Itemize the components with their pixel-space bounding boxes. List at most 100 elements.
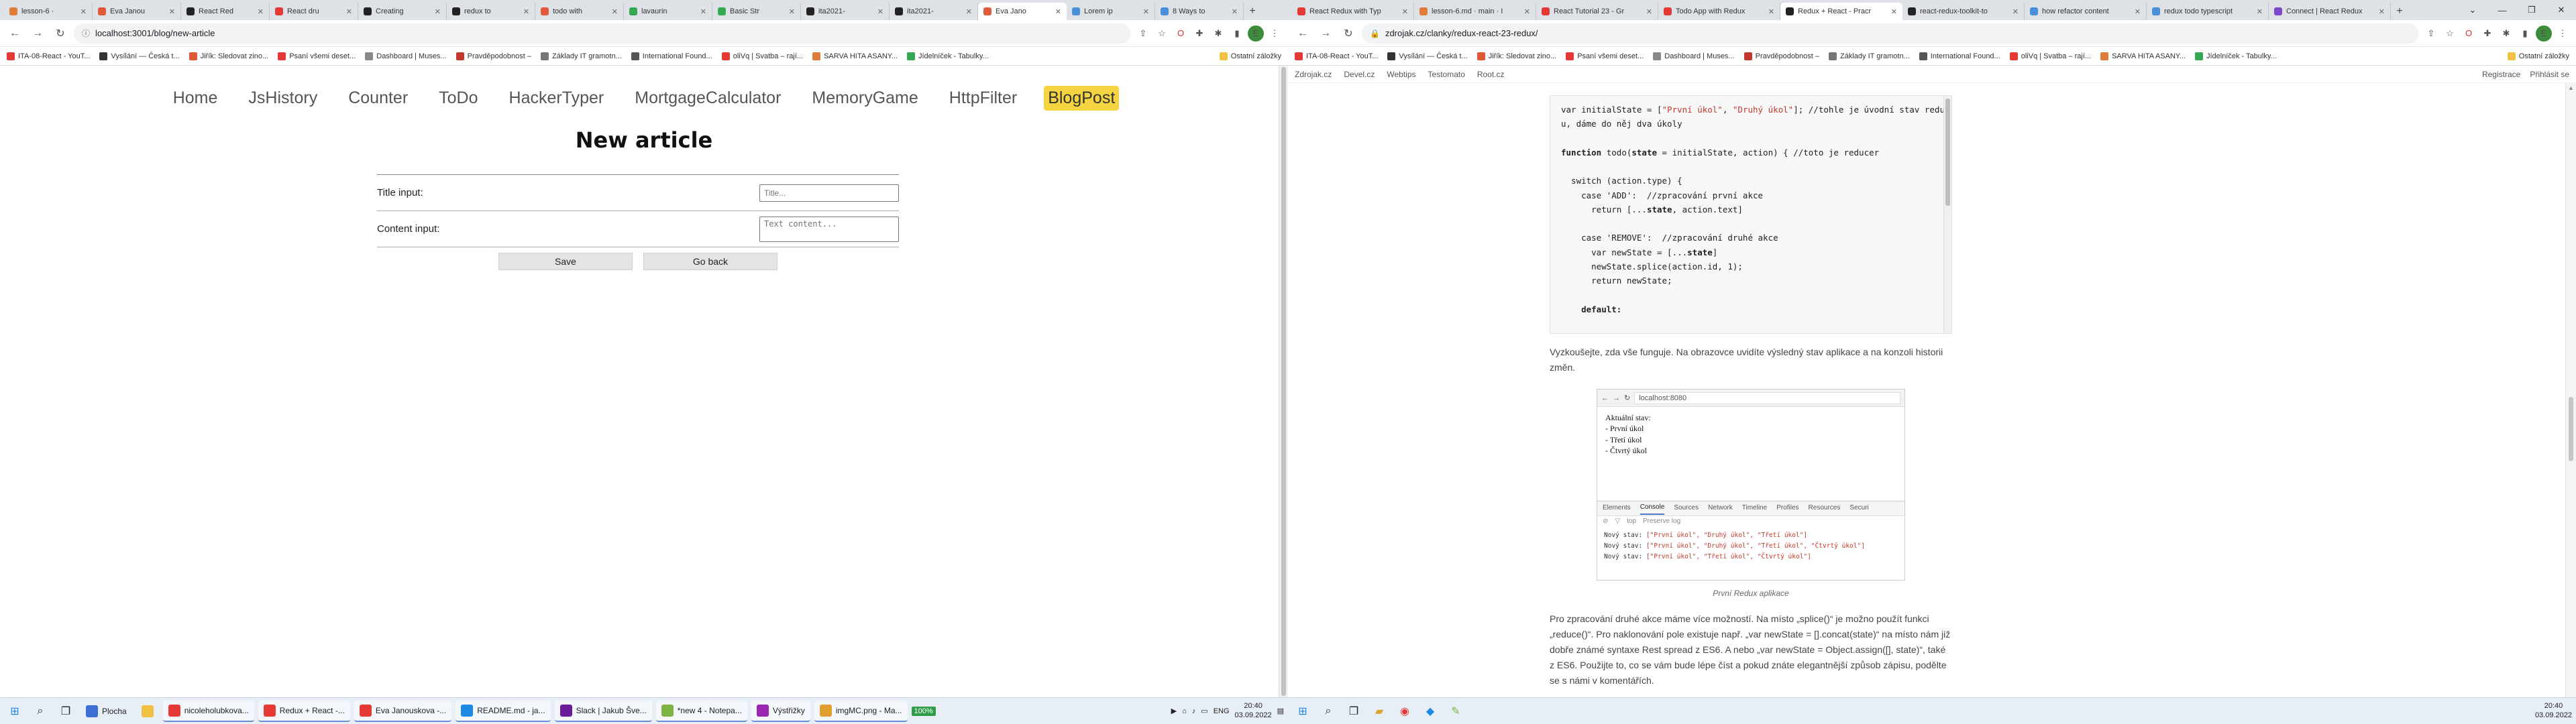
task-view-icon[interactable]: ❐ (1343, 701, 1364, 722)
opera-icon[interactable]: O (1173, 25, 1189, 42)
nav-item[interactable]: ToDo (435, 86, 482, 111)
browser-tab[interactable]: React dru ✕ (270, 3, 358, 20)
bookmark-item[interactable]: ITA-08-React - YouT... (7, 52, 90, 60)
browser-tab[interactable]: redux todo typescript ✕ (2147, 3, 2269, 20)
browser-tab[interactable]: ita2021- ✕ (801, 3, 890, 20)
bookmark-item[interactable]: Psaní všemi deset... (278, 52, 356, 60)
opera-icon[interactable]: O (2461, 25, 2477, 42)
share-icon[interactable]: ⇪ (1135, 25, 1151, 42)
star-icon[interactable]: ☆ (1154, 25, 1170, 42)
profile-avatar[interactable]: E (1248, 25, 1264, 42)
browser-tab[interactable]: Eva Janou ✕ (93, 3, 181, 20)
other-bookmarks[interactable]: Ostatní záložky (1219, 52, 1281, 60)
forward-icon[interactable]: → (1316, 24, 1335, 43)
nav-item[interactable]: MortgageCalculator (631, 86, 785, 111)
site-info-icon[interactable]: ⓘ (82, 27, 90, 39)
video-icon[interactable]: ▶ (1171, 707, 1177, 715)
browser-tab[interactable]: lesson-6.md · main · I ✕ (1414, 3, 1536, 20)
close-tab-icon[interactable]: ✕ (80, 7, 87, 16)
taskbar-item[interactable]: imgMC.png - Ma... (814, 700, 908, 722)
bookmark-item[interactable]: Jídelníček - Tabulky... (2194, 52, 2277, 60)
browser-tab[interactable]: lavaurin ✕ (624, 3, 712, 20)
maximize-icon[interactable]: ❐ (2517, 0, 2546, 20)
bookmark-item[interactable]: SARVA HITA ASANY... (2100, 52, 2186, 60)
close-tab-icon[interactable]: ✕ (1524, 7, 1530, 16)
battery-icon[interactable]: ▭ (1201, 707, 1208, 715)
bookmark-item[interactable]: Psaní všemi deset... (1566, 52, 1644, 60)
taskbar-item[interactable]: Eva Janouskova -... (354, 700, 452, 722)
sidebar-icon[interactable]: ▮ (1229, 25, 1245, 42)
close-tab-icon[interactable]: ✕ (612, 7, 618, 16)
bookmark-item[interactable]: International Found... (631, 52, 712, 60)
back-icon[interactable]: ← (5, 24, 24, 43)
bookmark-item[interactable]: Jiřík: Sledovat zino... (1477, 52, 1556, 60)
page-scrollbar[interactable]: ▲ (2565, 83, 2576, 697)
forward-icon[interactable]: → (28, 24, 47, 43)
close-tab-icon[interactable]: ✕ (2257, 7, 2263, 16)
bookmark-item[interactable]: International Found... (1919, 52, 2000, 60)
profile-avatar-right[interactable]: E (2536, 25, 2552, 42)
nav-item[interactable]: HackerTyper (505, 86, 608, 111)
bookmark-item[interactable]: Jídelníček - Tabulky... (906, 52, 989, 60)
menu-icon[interactable]: ⋮ (1267, 25, 1283, 42)
browser-tab[interactable]: Connect | React Redux ✕ (2269, 3, 2391, 20)
close-tab-icon[interactable]: ✕ (1646, 7, 1652, 16)
content-input[interactable] (759, 216, 899, 242)
browser-tab[interactable]: React Redux with Typ ✕ (1292, 3, 1414, 20)
site-link[interactable]: Root.cz (1477, 70, 1505, 79)
close-tab-icon[interactable]: ✕ (346, 7, 352, 16)
file-explorer-icon[interactable]: ▰ (1368, 701, 1390, 722)
star-icon[interactable]: ☆ (2442, 25, 2458, 42)
nav-item[interactable]: HttpFilter (945, 86, 1021, 111)
close-icon[interactable]: ✕ (2546, 0, 2576, 20)
close-tab-icon[interactable]: ✕ (966, 7, 972, 16)
puzzle-icon[interactable]: ✱ (2498, 25, 2514, 42)
close-tab-icon[interactable]: ✕ (2379, 7, 2385, 16)
browser-tab[interactable]: how refactor content ✕ (2025, 3, 2147, 20)
taskbar-item[interactable]: nicoleholubkova... (162, 700, 254, 722)
browser-tab[interactable]: Lorem ip ✕ (1067, 3, 1155, 20)
close-tab-icon[interactable]: ✕ (1143, 7, 1149, 16)
go-back-button[interactable]: Go back (643, 253, 777, 270)
save-button[interactable]: Save (498, 253, 633, 270)
close-tab-icon[interactable]: ✕ (2012, 7, 2019, 16)
site-link[interactable]: Devel.cz (1344, 70, 1375, 79)
clock-right[interactable]: 20:40 03.09.2022 (2535, 702, 2572, 719)
taskbar-item[interactable]: Redux + React -... (258, 700, 350, 722)
browser-tab[interactable]: Redux + React - Pracr ✕ (1780, 3, 1902, 20)
nav-item[interactable]: BlogPost (1044, 86, 1120, 111)
taskbar-item[interactable]: Plocha (80, 701, 132, 722)
taskbar-item[interactable]: Výstřižky (751, 700, 810, 722)
nav-item[interactable]: Counter (344, 86, 412, 111)
browser-tab[interactable]: Basic Str ✕ (712, 3, 801, 20)
notifications-icon[interactable]: ▤ (1277, 707, 1284, 715)
account-link[interactable]: Přihlásit se (2530, 70, 2569, 79)
close-tab-icon[interactable]: ✕ (1891, 7, 1897, 16)
bookmark-item[interactable]: oliVq | Svatba – rají... (721, 52, 803, 60)
taskbar-item[interactable]: README.md - ja... (455, 700, 551, 722)
bookmark-item[interactable]: SARVA HITA ASANY... (812, 52, 898, 60)
vscode-icon[interactable]: ◆ (1419, 701, 1441, 722)
address-bar-right[interactable]: 🔒 zdrojak.cz/clanky/redux-react-23-redux… (1362, 23, 2419, 44)
windows-start-icon[interactable]: ⊞ (4, 701, 25, 722)
scroll-up-icon[interactable]: ▲ (2566, 84, 2576, 91)
browser-tab[interactable]: React Red ✕ (181, 3, 270, 20)
page-scrollbar[interactable] (1279, 66, 1288, 697)
search-icon[interactable]: ⌕ (30, 701, 51, 722)
language-indicator[interactable]: ENG (1214, 707, 1230, 715)
bookmark-item[interactable]: Základy IT gramotn... (1829, 52, 1910, 60)
browser-tab[interactable]: todo with ✕ (535, 3, 624, 20)
clock[interactable]: 20:40 03.09.2022 (1235, 702, 1272, 719)
lock-icon[interactable]: 🔒 (1370, 29, 1380, 38)
taskbar-item[interactable]: Slack | Jakub Šve... (554, 700, 652, 722)
reload-icon[interactable]: ↻ (1339, 24, 1358, 43)
bookmark-item[interactable]: Dashboard | Muses... (1653, 52, 1735, 60)
close-tab-icon[interactable]: ✕ (1055, 7, 1061, 16)
menu-icon[interactable]: ⋮ (2555, 25, 2571, 42)
nav-item[interactable]: JsHistory (244, 86, 321, 111)
search-icon[interactable]: ⌕ (1318, 701, 1339, 722)
site-link[interactable]: Testomato (1428, 70, 1465, 79)
bookmark-item[interactable]: Vysílání — Česká t... (99, 52, 180, 60)
sidebar-icon[interactable]: ▮ (2517, 25, 2533, 42)
browser-tab[interactable]: React Tutorial 23 - Gr ✕ (1536, 3, 1658, 20)
